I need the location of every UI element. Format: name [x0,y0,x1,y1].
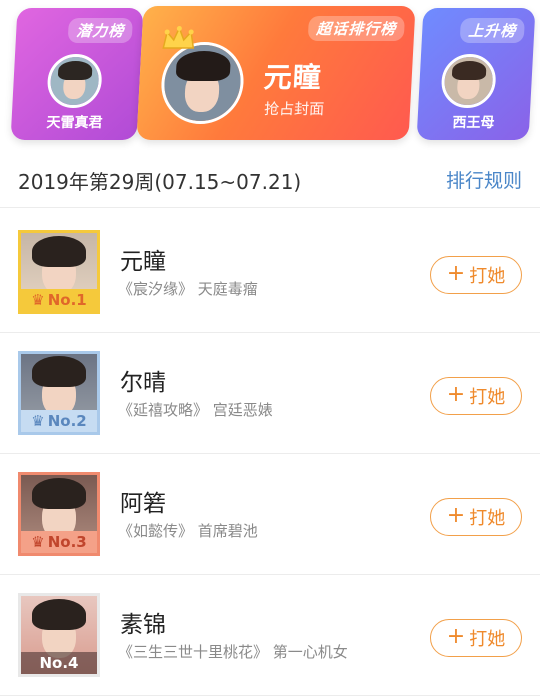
person-avatar [159,42,246,124]
hit-button[interactable]: + 打她 [430,377,522,415]
week-title: 2019年第29周(07.15~07.21) [18,170,302,194]
list-item[interactable]: ♛ No.1 元瞳 《宸汐缘》 天庭毒瘤 + 打她 [0,212,540,333]
character-name: 素锦 [120,612,166,638]
character-name: 阿箬 [120,491,166,517]
person-avatar [46,54,104,108]
crown-icon: ♛ [31,291,45,309]
rank-thumbnail: ♛ No.1 [18,230,100,314]
rank-thumbnail: No.4 [18,593,100,677]
week-header: 2019年第29周(07.15~07.21) 排行规则 [0,150,540,208]
rising-board-tag: 上升榜 [459,18,525,43]
ranking-list: ♛ No.1 元瞳 《宸汐缘》 天庭毒瘤 + 打她 ♛ No.2 尔晴 《延禧攻… [0,212,540,696]
character-description: 《如懿传》 首席碧池 [118,522,258,540]
rank-badge: ♛ No.1 [21,289,97,311]
character-name: 元瞳 [120,249,166,275]
list-item[interactable]: No.4 素锦 《三生三世十里桃花》 第一心机女 + 打她 [0,575,540,696]
list-item[interactable]: ♛ No.3 阿箬 《如懿传》 首席碧池 + 打她 [0,454,540,575]
rank-badge: ♛ No.2 [21,410,97,432]
character-description: 《三生三世十里桃花》 第一心机女 [118,643,348,661]
rising-board-card[interactable]: 上升榜 西王母 [416,8,536,140]
character-description: 《宸汐缘》 天庭毒瘤 [118,280,258,298]
plus-icon: + [446,624,466,649]
crown-icon: ♛ [31,412,45,430]
hit-button[interactable]: + 打她 [430,256,522,294]
hit-button[interactable]: + 打她 [430,619,522,657]
character-name: 尔晴 [120,370,166,396]
plus-icon: + [446,382,466,407]
rank-thumbnail: ♛ No.2 [18,351,100,435]
potential-board-name: 天雷真君 [46,115,103,131]
rising-board-name: 西王母 [452,115,495,131]
list-item[interactable]: ♛ No.2 尔晴 《延禧攻略》 宫廷恶婊 + 打她 [0,333,540,454]
ranking-rules-link[interactable]: 排行规则 [446,166,522,193]
potential-board-card[interactable]: 潜力榜 天雷真君 [10,8,144,140]
crown-icon: ♛ [31,533,45,551]
character-description: 《延禧攻略》 宫廷恶婊 [118,401,273,419]
crown-icon [162,26,195,49]
cover-holder-subtitle: 抢占封面 [263,100,325,118]
cover-holder-name: 元瞳 [262,61,323,94]
rank-badge: ♛ No.3 [21,531,97,553]
plus-icon: + [446,503,466,528]
rank-badge: No.4 [21,652,97,674]
hit-button[interactable]: + 打她 [430,498,522,536]
chaohua-board-card[interactable]: 超话排行榜 元瞳 抢占封面 [136,6,416,140]
person-avatar [440,54,498,108]
chaohua-board-tag: 超话排行榜 [307,16,405,41]
potential-board-tag: 潜力榜 [67,18,133,43]
rank-thumbnail: ♛ No.3 [18,472,100,556]
leaderboard-cards: 潜力榜 天雷真君 超话排行榜 元瞳 抢占封面 上升榜 西王母 [0,0,540,150]
plus-icon: + [446,261,466,286]
